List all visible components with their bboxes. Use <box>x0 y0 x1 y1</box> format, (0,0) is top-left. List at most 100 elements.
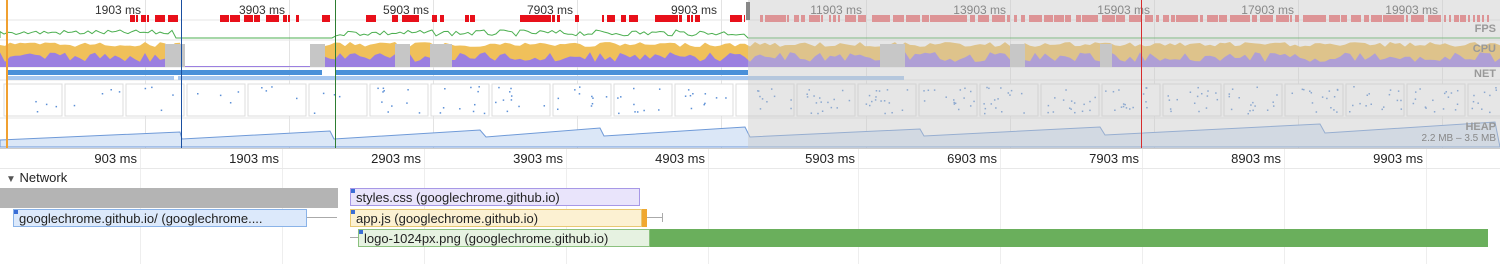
selection-start-handle[interactable] <box>6 0 8 148</box>
ruler-tick-label: 3903 ms <box>513 151 563 166</box>
filmstrip-dot <box>144 87 147 90</box>
fps-frame-drop <box>440 15 444 22</box>
request-document[interactable]: googlechrome.github.io/ (googlechrome...… <box>13 209 307 227</box>
overview-unselected-range[interactable] <box>748 0 1500 148</box>
filmstrip-frame <box>552 83 612 117</box>
filmstrip-dot <box>591 95 593 98</box>
request-bar-gray <box>0 188 338 208</box>
filmstrip-dot <box>704 102 706 105</box>
net-request-bar <box>336 70 748 75</box>
filmstrip-dot <box>271 86 273 88</box>
fps-frame-drop <box>155 15 161 22</box>
collapse-triangle-icon[interactable]: ▼ <box>6 174 16 185</box>
filmstrip-dot <box>617 97 619 99</box>
heap-range: 2.2 MB – 3.5 MB <box>1421 133 1496 144</box>
request-app-js[interactable]: app.js (googlechrome.github.io) <box>350 209 642 227</box>
filmstrip-frame <box>125 83 185 117</box>
filmstrip-dot <box>101 92 104 95</box>
ruler-tick-label: 903 ms <box>94 151 137 166</box>
filmstrip-dot <box>387 111 389 113</box>
request-logo-png[interactable]: logo-1024px.png (googlechrome.github.io) <box>358 229 650 247</box>
filmstrip-dot <box>578 86 581 88</box>
network-track-header[interactable]: ▼ Network <box>6 170 67 185</box>
overview-tick-label: 1903 ms <box>94 3 141 17</box>
filmstrip-frame <box>64 83 124 117</box>
ruler-tick-label: 6903 ms <box>947 151 997 166</box>
filmstrip-dot <box>439 112 442 114</box>
filmstrip-dot <box>406 102 408 104</box>
filmstrip-dot <box>151 86 153 89</box>
filmstrip-dot <box>219 94 222 97</box>
cpu-label: CPU <box>1472 43 1496 55</box>
filmstrip-dot <box>658 88 661 90</box>
filmstrip-frame <box>430 83 490 117</box>
overview-tick-label: 5903 ms <box>382 3 429 17</box>
filmstrip-dot <box>578 93 581 95</box>
filmstrip-dot <box>265 90 268 92</box>
filmstrip-dot <box>495 101 497 104</box>
filmstrip-dot <box>261 87 263 89</box>
request-document-tail <box>307 217 337 218</box>
filmstrip-dot <box>518 105 520 108</box>
fps-frame-drop <box>602 15 604 22</box>
cpu-other-area <box>395 44 410 67</box>
ruler-tick-label: 8903 ms <box>1231 151 1281 166</box>
filmstrip-dot <box>690 107 693 110</box>
time-ruler[interactable]: 903 ms 1903 ms 2903 ms 3903 ms 4903 ms 5903 m… <box>0 148 1500 169</box>
filmstrip-dot <box>605 96 608 98</box>
filmstrip-dot <box>442 107 445 109</box>
filmstrip-dot <box>382 87 385 90</box>
filmstrip-dot <box>197 93 199 95</box>
filmstrip-dot <box>382 91 384 93</box>
ruler-tick-label: 4903 ms <box>655 151 705 166</box>
filmstrip-dot <box>478 86 480 88</box>
filmstrip-dot <box>407 89 409 91</box>
filmstrip-dot <box>618 112 620 115</box>
filmstrip-dot <box>510 95 513 97</box>
filmstrip-dot <box>502 99 505 101</box>
filmstrip-dot <box>444 88 446 90</box>
filmstrip-dot <box>592 97 594 99</box>
cpu-other-area <box>310 44 325 67</box>
request-label: googlechrome.github.io/ (googlechrome...… <box>19 211 263 226</box>
fps-frame-drop <box>147 15 149 22</box>
filmstrip-dot <box>459 108 461 110</box>
filmstrip-dot <box>633 87 635 90</box>
ruler-tick-label: 5903 ms <box>805 151 855 166</box>
ruler-tick-label: 1903 ms <box>229 151 279 166</box>
filmstrip-dot <box>543 105 546 107</box>
filmstrip-dot <box>55 105 58 108</box>
request-app-js-tail-cap <box>662 213 663 222</box>
cpu-other-area <box>165 44 185 67</box>
network-track-title: Network <box>19 170 68 185</box>
filmstrip-dot <box>313 112 316 114</box>
fps-frame-drop <box>161 15 165 22</box>
filmstrip-dot <box>322 92 325 95</box>
request-start-marker <box>14 210 18 214</box>
filmstrip-dot <box>510 87 512 90</box>
filmstrip-dot <box>418 112 421 114</box>
filmstrip-dot <box>381 101 383 103</box>
request-start-marker <box>359 230 363 234</box>
filmstrip-dot <box>692 92 694 95</box>
request-logo-png-download <box>650 229 1488 247</box>
first-paint-marker <box>1141 0 1142 148</box>
fps-frame-drop <box>322 15 327 22</box>
filmstrip-dot <box>658 109 660 111</box>
request-label: styles.css (googlechrome.github.io) <box>356 190 560 205</box>
filmstrip-frame <box>491 83 551 117</box>
request-app-js-tail <box>647 217 663 218</box>
fps-frame-drop <box>432 15 437 22</box>
filmstrip-frame <box>247 83 307 117</box>
ruler-tick-label: 9903 ms <box>1373 151 1423 166</box>
selection-end-handle[interactable] <box>746 2 750 20</box>
request-styles-css[interactable]: styles.css (googlechrome.github.io) <box>350 188 640 206</box>
filmstrip-dot <box>556 108 559 111</box>
cpu-other-area <box>430 44 452 67</box>
filmstrip-dot <box>509 91 511 93</box>
timeline-overview[interactable]: 1903 ms 3903 ms 5903 ms 7903 ms 9903 ms 11903… <box>0 0 1500 149</box>
filmstrip-dot <box>296 97 298 100</box>
fps-label: FPS <box>1474 23 1496 35</box>
filmstrip-dot <box>506 110 509 113</box>
fps-frame-drop <box>288 15 290 22</box>
